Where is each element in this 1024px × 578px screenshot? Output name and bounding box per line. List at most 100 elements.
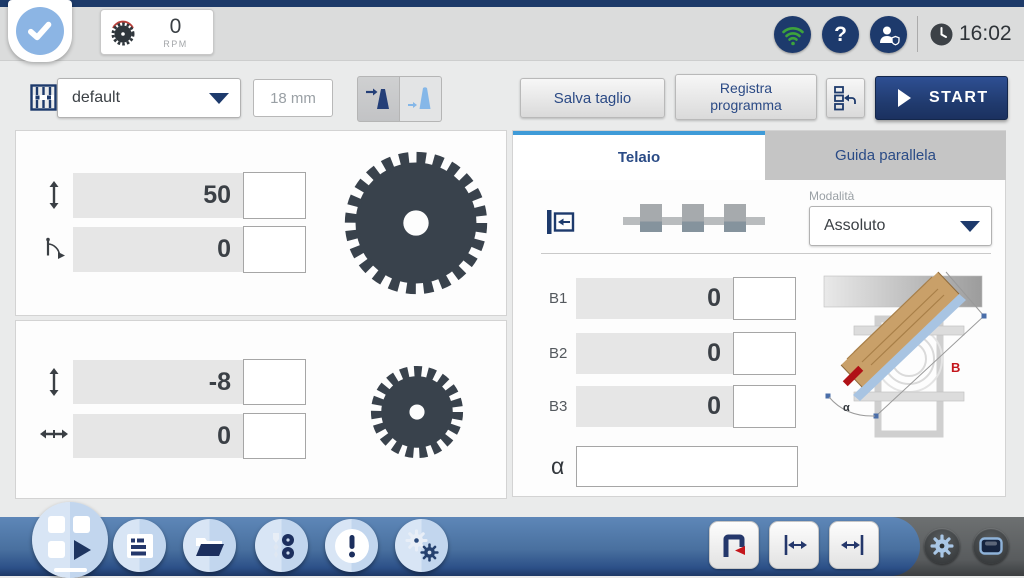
user-button[interactable] — [870, 16, 907, 53]
confirm-button[interactable] — [16, 7, 64, 55]
main-blade-toggle-icon — [365, 88, 389, 109]
wifi-icon — [781, 26, 804, 45]
main-saw-blade-image — [344, 151, 488, 295]
scoring-offset-display: 0 — [73, 414, 243, 458]
alarms-button[interactable] — [325, 519, 378, 572]
blade-guard-button[interactable] — [709, 521, 759, 569]
profile-select-value: default — [72, 89, 121, 106]
blade-angle-input[interactable] — [243, 226, 306, 273]
check-icon — [27, 21, 52, 41]
alert-icon — [334, 528, 369, 563]
help-button[interactable]: ? — [822, 16, 859, 53]
save-cut-button[interactable]: Salva taglio — [520, 78, 665, 118]
scoring-height-display: -8 — [73, 360, 243, 404]
gear-icon — [930, 534, 954, 558]
active-nav-indicator — [54, 568, 87, 572]
saw-blade-icon — [111, 20, 135, 46]
status-tab — [8, 0, 72, 62]
save-cut-label: Salva taglio — [553, 89, 632, 107]
scoring-blade-toggle[interactable] — [400, 76, 442, 122]
rpm-display[interactable]: 0 RPM — [100, 9, 214, 55]
scoring-height-input[interactable] — [243, 359, 306, 405]
topbar-divider — [917, 16, 918, 52]
scoring-blade-toggle-icon — [407, 87, 430, 109]
thickness-field[interactable]: 18 mm — [253, 79, 333, 117]
fence-right-icon — [841, 535, 864, 555]
display-button[interactable] — [973, 528, 1009, 564]
manual-mode-button[interactable] — [32, 502, 108, 578]
tab-parallel-fence[interactable]: Guida parallela — [765, 131, 1006, 180]
b1-input[interactable] — [733, 277, 796, 320]
mode-label: Modalità — [809, 189, 855, 203]
start-label: START — [929, 89, 989, 106]
rpm-unit: RPM — [163, 38, 188, 49]
cut-diagram: α B — [823, 271, 987, 438]
b2-input[interactable] — [733, 332, 796, 375]
user-shield-icon — [879, 26, 900, 45]
b1-display: 0 — [576, 278, 733, 319]
frame-stop[interactable] — [724, 204, 746, 232]
blade-height-input[interactable] — [243, 172, 306, 219]
record-program-label: Registra programma — [710, 80, 782, 113]
scoring-blade-panel: -8 0 — [15, 320, 507, 499]
fence-left-icon — [784, 535, 807, 555]
help-icon: ? — [834, 22, 847, 46]
mode-select-value: Assoluto — [824, 217, 886, 234]
mode-select[interactable]: Assoluto — [809, 206, 992, 246]
tab-frame[interactable]: Telaio — [513, 131, 765, 180]
b3-display: 0 — [576, 386, 733, 427]
file-manager-button[interactable] — [183, 519, 236, 572]
b2-display: 0 — [576, 333, 733, 374]
scoring-saw-blade-image — [370, 365, 464, 459]
gears-icon — [404, 528, 439, 562]
field-label-b3: B3 — [549, 398, 568, 415]
cut-list-icon — [126, 533, 153, 558]
blade-guard-icon — [723, 534, 745, 557]
diagram-b-label: B — [951, 360, 960, 375]
blade-height-display: 50 — [73, 173, 243, 218]
vertical-arrows-icon — [49, 181, 59, 209]
machine-settings-button[interactable] — [924, 528, 960, 564]
blade-angle-display: 0 — [73, 227, 243, 272]
field-label-alpha: α — [551, 453, 565, 479]
alpha-input[interactable] — [576, 446, 798, 487]
frame-stop[interactable] — [682, 204, 704, 232]
b3-input[interactable] — [733, 385, 796, 428]
fence-left-button[interactable] — [769, 521, 819, 569]
wifi-button[interactable] — [774, 16, 811, 53]
main-blade-panel: 50 0 — [15, 130, 507, 316]
program-steps-button[interactable] — [826, 78, 865, 118]
clock-icon — [930, 23, 953, 46]
profile-select[interactable]: default — [57, 78, 241, 118]
record-program-button[interactable]: Registra programma — [675, 74, 817, 120]
program-steps-icon — [833, 85, 856, 110]
bottom-bar — [0, 502, 1024, 578]
horizontal-arrows-icon — [40, 429, 68, 439]
chevron-down-icon — [209, 93, 229, 104]
settings-button[interactable] — [395, 519, 448, 572]
tab-fence-label: Guida parallela — [835, 147, 936, 164]
cut-list-button[interactable] — [113, 519, 166, 572]
angle-icon — [46, 237, 65, 259]
top-accent-strip — [0, 0, 1024, 7]
play-icon — [74, 540, 91, 560]
main-blade-toggle[interactable] — [357, 76, 400, 122]
chevron-down-icon — [960, 221, 980, 232]
frame-panel: Telaio Guida parallela Modalità Assoluto… — [512, 130, 1006, 497]
play-icon — [898, 89, 911, 107]
datum-reference-icon — [547, 210, 575, 234]
frame-stop[interactable] — [640, 204, 662, 232]
diagram-alpha-label: α — [843, 402, 850, 414]
tools-icon — [272, 532, 294, 559]
tab-frame-label: Telaio — [617, 149, 661, 166]
tools-button[interactable] — [255, 519, 308, 572]
fence-right-button[interactable] — [829, 521, 879, 569]
folder-icon — [195, 537, 224, 556]
start-button[interactable]: START — [875, 76, 1008, 120]
scoring-offset-input[interactable] — [243, 413, 306, 459]
rpm-value: 0 — [169, 14, 182, 38]
material-icon — [30, 84, 57, 111]
panel-divider — [541, 253, 991, 254]
clock-time: 16:02 — [959, 22, 1012, 45]
manual-mode-icon — [48, 516, 65, 533]
